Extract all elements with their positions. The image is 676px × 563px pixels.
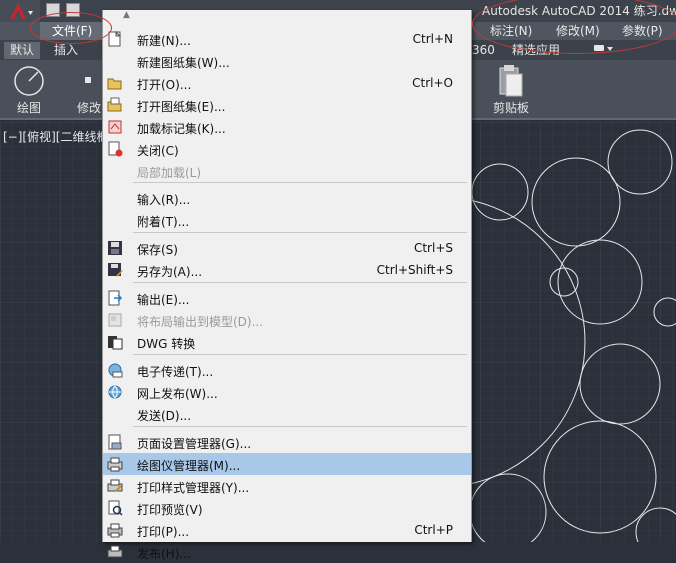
plot-preview-icon: [108, 500, 123, 516]
menu-separator: [133, 282, 467, 283]
menu-item-label: 电子传递(T)...: [137, 365, 214, 379]
draw-circle-icon: [14, 66, 44, 96]
draw-panel-label: 绘图: [16, 101, 41, 115]
menu-separator: [133, 232, 467, 233]
menu-item-label: DWG 转换: [137, 337, 196, 351]
page-setup-icon: [108, 434, 122, 450]
file-menu-item[interactable]: 电子传递(T)...: [103, 359, 471, 381]
tab-default[interactable]: 默认: [4, 42, 41, 59]
save-icon: [108, 241, 122, 255]
menu-item-label: 打印预览(V): [137, 503, 203, 517]
file-menu-item[interactable]: 网上发布(W)...: [103, 381, 471, 403]
file-menu-item[interactable]: 打开(O)... Ctrl+O: [103, 72, 471, 94]
menu-item-label: 绘图仪管理器(M)...: [137, 459, 241, 473]
menu-item-label: 页面设置管理器(G)...: [137, 437, 252, 451]
file-menu-item[interactable]: 绘图仪管理器(M)...: [103, 453, 471, 475]
publish-icon: [107, 545, 123, 558]
file-menu-item[interactable]: 加载标记集(K)...: [103, 116, 471, 138]
menu-separator: [133, 354, 467, 355]
menu-item-label: 发送(D)...: [137, 409, 192, 423]
menu-item-label: 附着(T)...: [137, 215, 190, 229]
file-menu-item[interactable]: 保存(S) Ctrl+S: [103, 237, 471, 259]
print-icon: [107, 523, 123, 538]
dwg-convert-icon: [108, 336, 123, 350]
file-menu-item: 局部加载(L): [103, 160, 471, 182]
menu-item-label: 保存(S): [137, 243, 178, 257]
tab-insert[interactable]: 插入: [50, 42, 82, 59]
file-menu-item: 将布局输出到模型(D)...: [103, 309, 471, 331]
open-sheetset-icon: [107, 97, 122, 112]
menu-item-label: 新建(N)...: [137, 34, 191, 48]
menu-item-label: 打开图纸集(E)...: [137, 100, 226, 114]
file-menu-item[interactable]: 输入(R)...: [103, 187, 471, 209]
file-menu-item[interactable]: 页面设置管理器(G)...: [103, 431, 471, 453]
annotation-oval-file-menu: [30, 12, 112, 44]
file-menu-item[interactable]: 打开图纸集(E)...: [103, 94, 471, 116]
file-menu-item[interactable]: 打印预览(V): [103, 497, 471, 519]
markup-set-icon: [108, 120, 122, 134]
application-menu-button[interactable]: [0, 0, 40, 22]
close-file-icon: [108, 141, 123, 157]
menu-item-label: 将布局输出到模型(D)...: [137, 315, 264, 329]
file-menu-item[interactable]: 打印(P)... Ctrl+P: [103, 519, 471, 541]
file-menu: ▲ 新建(N)... Ctrl+N 新建图纸集(W)... 打开(O)... Ctrl+…: [102, 10, 472, 561]
draw-panel-button[interactable]: 绘图: [4, 60, 54, 120]
scroll-up-icon[interactable]: ▲: [123, 10, 130, 20]
file-menu-item[interactable]: 关闭(C): [103, 138, 471, 160]
export-icon: [108, 290, 123, 306]
file-menu-item[interactable]: 发送(D)...: [103, 403, 471, 425]
menu-separator: [133, 426, 467, 427]
export-layout-icon: [108, 313, 122, 327]
menu-separator: [133, 182, 467, 183]
file-menu-item[interactable]: 发布(H)...: [103, 541, 471, 563]
plotter-manager-icon: [107, 457, 123, 472]
publish-web-icon: [108, 385, 122, 399]
menu-item-shortcut: Ctrl+S: [413, 241, 453, 255]
file-menu-item[interactable]: DWG 转换: [103, 331, 471, 353]
menu-item-label: 另存为(A)...: [137, 265, 203, 279]
menu-item-label: 发布(H)...: [137, 547, 191, 561]
menu-item-label: 打印(P)...: [137, 525, 190, 539]
file-menu-item[interactable]: 新建(N)... Ctrl+N: [103, 28, 471, 50]
menu-item-shortcut: Ctrl+O: [412, 76, 453, 90]
autocad-logo-icon: [10, 3, 33, 19]
file-menu-item[interactable]: 新建图纸集(W)...: [103, 50, 471, 72]
etransmit-icon: [108, 363, 123, 378]
menu-item-label: 加载标记集(K)...: [137, 122, 226, 136]
menu-item-label: 打印样式管理器(Y)...: [137, 481, 250, 495]
clipboard-panel-label: 剪贴板: [492, 101, 529, 115]
modify-panel-button[interactable]: 修改: [72, 60, 106, 120]
file-menu-item[interactable]: 另存为(A)... Ctrl+Shift+S: [103, 259, 471, 281]
menu-item-label: 打开(O)...: [137, 78, 192, 92]
open-folder-icon: [107, 78, 122, 90]
file-menu-item[interactable]: 打印样式管理器(Y)...: [103, 475, 471, 497]
menu-item-label: 新建图纸集(W)...: [137, 56, 230, 70]
file-menu-item[interactable]: 附着(T)...: [103, 209, 471, 231]
plot-style-icon: [107, 479, 123, 492]
menu-item-label: 网上发布(W)...: [137, 387, 218, 401]
file-menu-item[interactable]: 输出(E)...: [103, 287, 471, 309]
menu-item-shortcut: Ctrl+P: [414, 523, 453, 537]
menu-item-shortcut: Ctrl+Shift+S: [376, 263, 453, 277]
modify-panel-label: 修改: [76, 101, 101, 115]
clipboard-icon: [499, 65, 523, 97]
clipboard-panel-button[interactable]: 剪贴板: [484, 60, 538, 120]
viewport-controls[interactable]: [−][俯视][二维线框: [3, 128, 108, 145]
menu-item-shortcut: Ctrl+N: [412, 32, 453, 46]
save-as-icon: [108, 263, 123, 277]
menu-item-label: 关闭(C): [137, 144, 179, 158]
tab-a360[interactable]: 360: [468, 42, 499, 59]
menu-item-label: 输出(E)...: [137, 293, 190, 307]
menu-item-label: 局部加载(L): [137, 166, 202, 180]
menu-item-label: 输入(R)...: [137, 193, 191, 207]
modify-icon: [85, 77, 91, 83]
